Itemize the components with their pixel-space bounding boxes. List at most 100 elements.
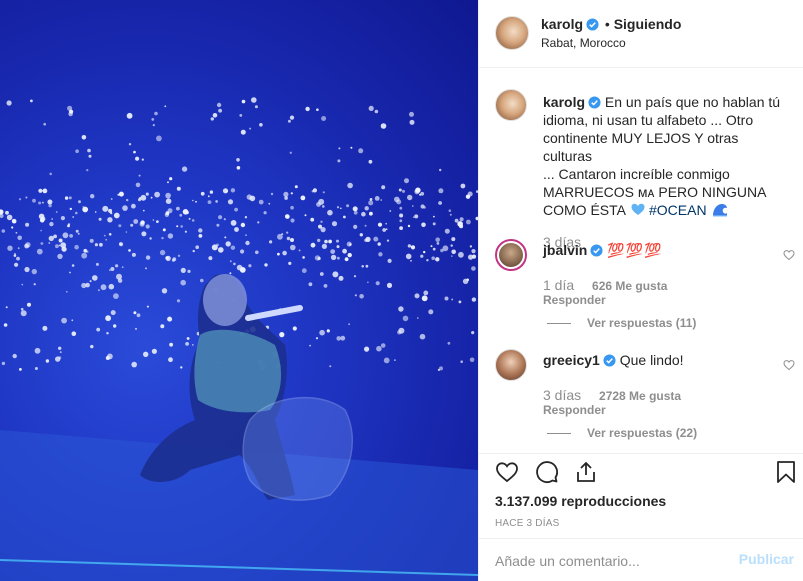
reply-button[interactable]: Responder: [543, 403, 606, 417]
crowd-light: [179, 213, 183, 217]
crowd-light: [451, 237, 456, 242]
post-date: HACE 3 DÍAS: [495, 518, 560, 529]
crowd-light: [11, 226, 14, 229]
caption-username[interactable]: karolg: [543, 94, 585, 110]
post-video[interactable]: [0, 0, 478, 581]
crowd-light: [321, 243, 327, 249]
comment-avatar[interactable]: [495, 239, 527, 271]
crowd-light: [143, 351, 149, 357]
reply-button[interactable]: Responder: [543, 293, 606, 307]
comment-username[interactable]: greeicy1: [543, 352, 600, 368]
comment-input[interactable]: [495, 551, 725, 571]
crowd-light: [330, 254, 337, 261]
crowd-light: [102, 205, 109, 212]
crowd-light: [396, 199, 402, 205]
crowd-light: [284, 196, 288, 200]
verified-badge-icon: [590, 244, 603, 257]
crowd-light: [164, 105, 167, 108]
crowd-light: [85, 282, 90, 288]
crowd-light: [156, 220, 159, 224]
comment-username[interactable]: jbalvin: [543, 242, 587, 258]
crowd-light: [279, 332, 285, 338]
crowd-light: [146, 305, 149, 308]
crowd-light: [358, 148, 364, 154]
crowd-light: [55, 356, 61, 362]
crowd-light: [327, 209, 333, 216]
comments-list[interactable]: karolg En un país que no hablan tú idiom…: [479, 69, 803, 453]
crowd-light: [152, 219, 155, 221]
view-replies-button[interactable]: Ver respuestas (11): [547, 314, 696, 330]
crowd-light: [301, 268, 307, 274]
crowd-light: [180, 225, 183, 228]
comment-likes-count[interactable]: 626 Me gusta: [592, 279, 667, 293]
crowd-light: [176, 206, 180, 211]
comment-bubble-icon[interactable]: [535, 460, 559, 484]
crowd-light: [467, 191, 473, 197]
comment-like-heart-icon[interactable]: [783, 359, 795, 371]
crowd-light: [229, 260, 232, 263]
crowd-light: [69, 234, 73, 238]
crowd-light: [18, 198, 22, 201]
location-link[interactable]: Rabat, Morocco: [541, 36, 626, 50]
author-avatar[interactable]: [495, 16, 529, 50]
comment-likes-count[interactable]: 2728 Me gusta: [599, 389, 681, 403]
crowd-light: [359, 294, 364, 299]
crowd-light: [138, 198, 141, 202]
crowd-light: [208, 256, 213, 261]
crowd-light: [209, 190, 214, 194]
crowd-light: [387, 258, 392, 263]
share-icon[interactable]: [574, 460, 598, 484]
crowd-light: [151, 118, 155, 121]
views-count[interactable]: 3.137.099 reproducciones: [495, 493, 666, 509]
crowd-light: [128, 143, 132, 146]
comment-like-heart-icon[interactable]: [783, 249, 795, 261]
crowd-light: [180, 279, 186, 286]
crowd-light: [404, 178, 409, 184]
crowd-light: [49, 221, 54, 227]
crowd-light: [364, 224, 367, 227]
crowd-light: [113, 324, 117, 328]
crowd-light: [224, 236, 227, 239]
crowd-light: [245, 240, 250, 246]
crowd-light: [458, 300, 462, 304]
crowd-light: [290, 218, 295, 223]
hashtag-link[interactable]: #OCEAN: [649, 202, 707, 218]
crowd-light: [432, 247, 436, 251]
bookmark-icon[interactable]: [774, 460, 798, 484]
crowd-light: [103, 234, 106, 237]
caption-avatar[interactable]: [495, 89, 527, 121]
crowd-light: [33, 283, 36, 286]
crowd-light: [320, 220, 323, 223]
crowd-light: [294, 185, 298, 189]
crowd-light: [64, 196, 69, 200]
microphone: [245, 305, 303, 321]
publish-button[interactable]: Publicar: [739, 551, 794, 567]
crowd-light: [264, 263, 268, 267]
crowd-light: [59, 351, 62, 353]
crowd-light: [359, 233, 363, 237]
author-username[interactable]: karolg: [541, 16, 583, 32]
crowd-light: [405, 253, 412, 260]
crowd-light: [17, 247, 20, 250]
crowd-light: [368, 200, 374, 206]
crowd-light: [118, 191, 124, 197]
crowd-light: [96, 327, 101, 332]
crowd-light: [82, 206, 85, 208]
crowd-light: [471, 331, 475, 335]
crowd-light: [353, 210, 358, 215]
crowd-light: [216, 102, 222, 108]
view-replies-button[interactable]: Ver respuestas (22): [547, 424, 697, 440]
wave-emoji: [713, 204, 728, 217]
crowd-light: [338, 147, 341, 150]
crowd-light: [185, 342, 190, 346]
caption-item: karolg En un país que no hablan tú idiom…: [495, 89, 795, 250]
crowd-light: [305, 106, 310, 112]
crowd-light: [321, 116, 327, 121]
heart-icon[interactable]: [495, 460, 519, 484]
crowd-light: [380, 199, 383, 201]
caption-line: COMO ÉSTA: [543, 202, 626, 218]
crowd-light: [90, 194, 95, 199]
follow-status-button[interactable]: Siguiendo: [614, 16, 682, 32]
crowd-light: [450, 244, 453, 247]
comment-avatar[interactable]: [495, 349, 527, 381]
